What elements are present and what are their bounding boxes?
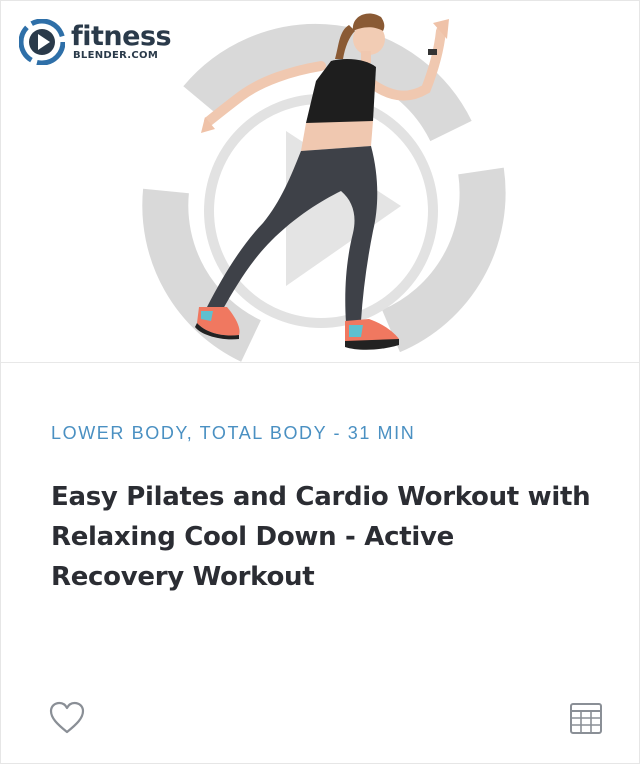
- workout-thumbnail[interactable]: fitness BLENDER.COM: [1, 1, 639, 363]
- play-circle-icon: [19, 19, 65, 65]
- brand-name: fitness: [71, 21, 172, 52]
- workout-category[interactable]: LOWER BODY, TOTAL BODY - 31 MIN: [51, 421, 599, 445]
- calendar-icon[interactable]: [569, 701, 603, 735]
- heart-icon[interactable]: [49, 701, 85, 735]
- brand-logo[interactable]: fitness BLENDER.COM: [19, 19, 172, 65]
- workout-card[interactable]: fitness BLENDER.COM LOWER BODY, TOTAL BO…: [0, 0, 640, 764]
- workout-title[interactable]: Easy Pilates and Cardio Workout with Rel…: [51, 471, 599, 603]
- card-body: LOWER BODY, TOTAL BODY - 31 MIN Easy Pil…: [51, 421, 599, 603]
- brand-domain: BLENDER.COM: [73, 50, 159, 61]
